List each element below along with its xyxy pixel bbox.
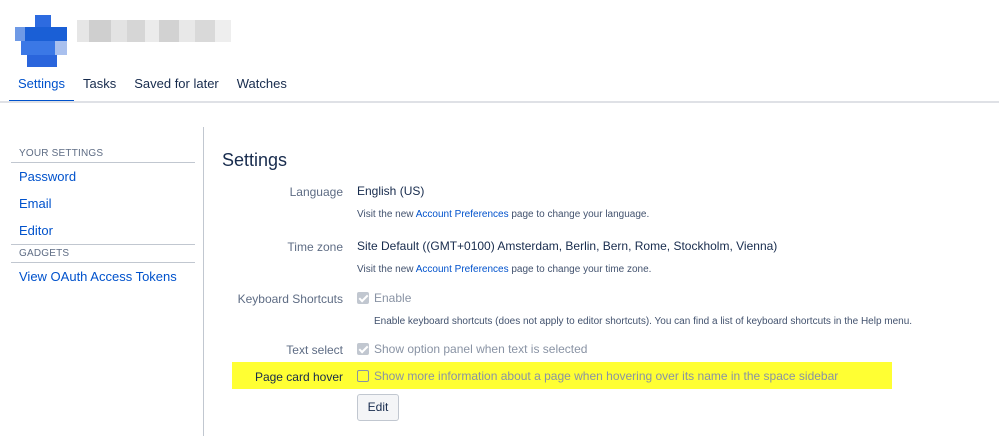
language-value: English (US) (357, 184, 425, 198)
username-blurred (77, 20, 231, 42)
tab-bar: Settings Tasks Saved for later Watches (9, 72, 296, 102)
tab-tasks[interactable]: Tasks (74, 72, 125, 102)
page-card-hover-label: Page card hover (254, 370, 343, 384)
tab-settings[interactable]: Settings (9, 72, 74, 102)
language-label: Language (289, 185, 343, 199)
text-select-label: Text select (286, 343, 343, 357)
page-card-hover-checkbox-label: Show more information about a page when … (374, 369, 839, 383)
keyboard-shortcuts-desc: Enable keyboard shortcuts (does not appl… (374, 316, 913, 327)
tab-divider (0, 101, 999, 103)
keyboard-shortcuts-checkbox[interactable] (357, 292, 369, 304)
text-select-option: Show option panel when text is selected (357, 342, 587, 356)
tab-watches[interactable]: Watches (228, 72, 296, 102)
language-desc: Visit the new Account Preferences page t… (357, 209, 650, 220)
keyboard-shortcuts-checkbox-label: Enable (374, 291, 412, 305)
sidebar: YOUR SETTINGS Password Email Editor GADG… (11, 145, 195, 290)
sidebar-item-editor[interactable]: Editor (11, 217, 195, 244)
tab-saved-for-later[interactable]: Saved for later (125, 72, 228, 102)
page-card-hover-checkbox[interactable] (357, 370, 369, 382)
timezone-value: Site Default ((GMT+0100) Amsterdam, Berl… (357, 239, 778, 253)
sidebar-item-email[interactable]: Email (11, 190, 195, 217)
keyboard-shortcuts-label: Keyboard Shortcuts (237, 292, 343, 306)
edit-button[interactable]: Edit (357, 394, 399, 421)
account-preferences-link[interactable]: Account Preferences (416, 264, 509, 275)
sidebar-item-oauth-tokens[interactable]: View OAuth Access Tokens (11, 263, 195, 290)
settings-panel: Settings Language English (US) Visit the… (222, 150, 912, 384)
page-card-hover-option: Show more information about a page when … (357, 369, 838, 383)
account-preferences-link[interactable]: Account Preferences (416, 209, 509, 220)
keyboard-shortcuts-option: Enable (357, 291, 411, 305)
timezone-label: Time zone (287, 240, 343, 254)
sidebar-heading-your-settings: YOUR SETTINGS (11, 145, 195, 163)
avatar (15, 15, 67, 67)
text-select-checkbox-label: Show option panel when text is selected (374, 342, 588, 356)
sidebar-heading-gadgets: GADGETS (11, 244, 195, 263)
sidebar-item-password[interactable]: Password (11, 163, 195, 190)
timezone-desc: Visit the new Account Preferences page t… (357, 264, 652, 275)
text-select-checkbox[interactable] (357, 343, 369, 355)
sidebar-divider (203, 127, 204, 436)
page-title: Settings (222, 150, 288, 170)
